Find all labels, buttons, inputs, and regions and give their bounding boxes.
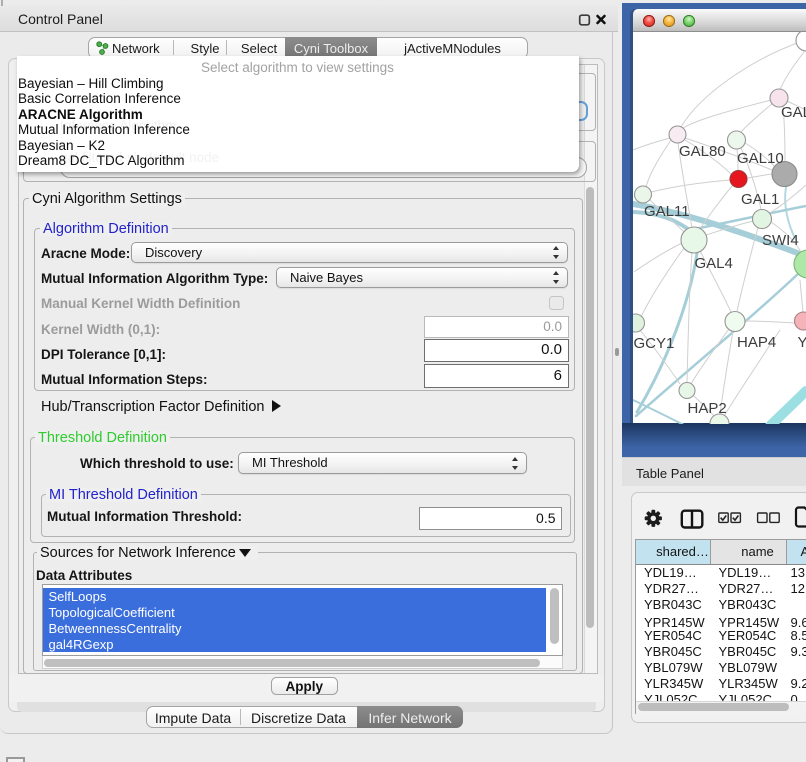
svg-text:GAL1: GAL1 bbox=[741, 191, 779, 208]
svg-text:SWI4: SWI4 bbox=[762, 232, 799, 249]
svg-text:GAL10: GAL10 bbox=[737, 150, 784, 167]
svg-text:GAL7: GAL7 bbox=[781, 104, 806, 121]
svg-text:Y: Y bbox=[798, 334, 806, 351]
svg-text:GAL11: GAL11 bbox=[644, 203, 690, 220]
svg-text:GAL80: GAL80 bbox=[679, 143, 726, 160]
svg-text:GAL4: GAL4 bbox=[695, 255, 733, 272]
svg-text:GCY1: GCY1 bbox=[634, 335, 675, 352]
svg-text:HAP4: HAP4 bbox=[737, 334, 776, 351]
svg-text:HAP2: HAP2 bbox=[688, 400, 727, 417]
